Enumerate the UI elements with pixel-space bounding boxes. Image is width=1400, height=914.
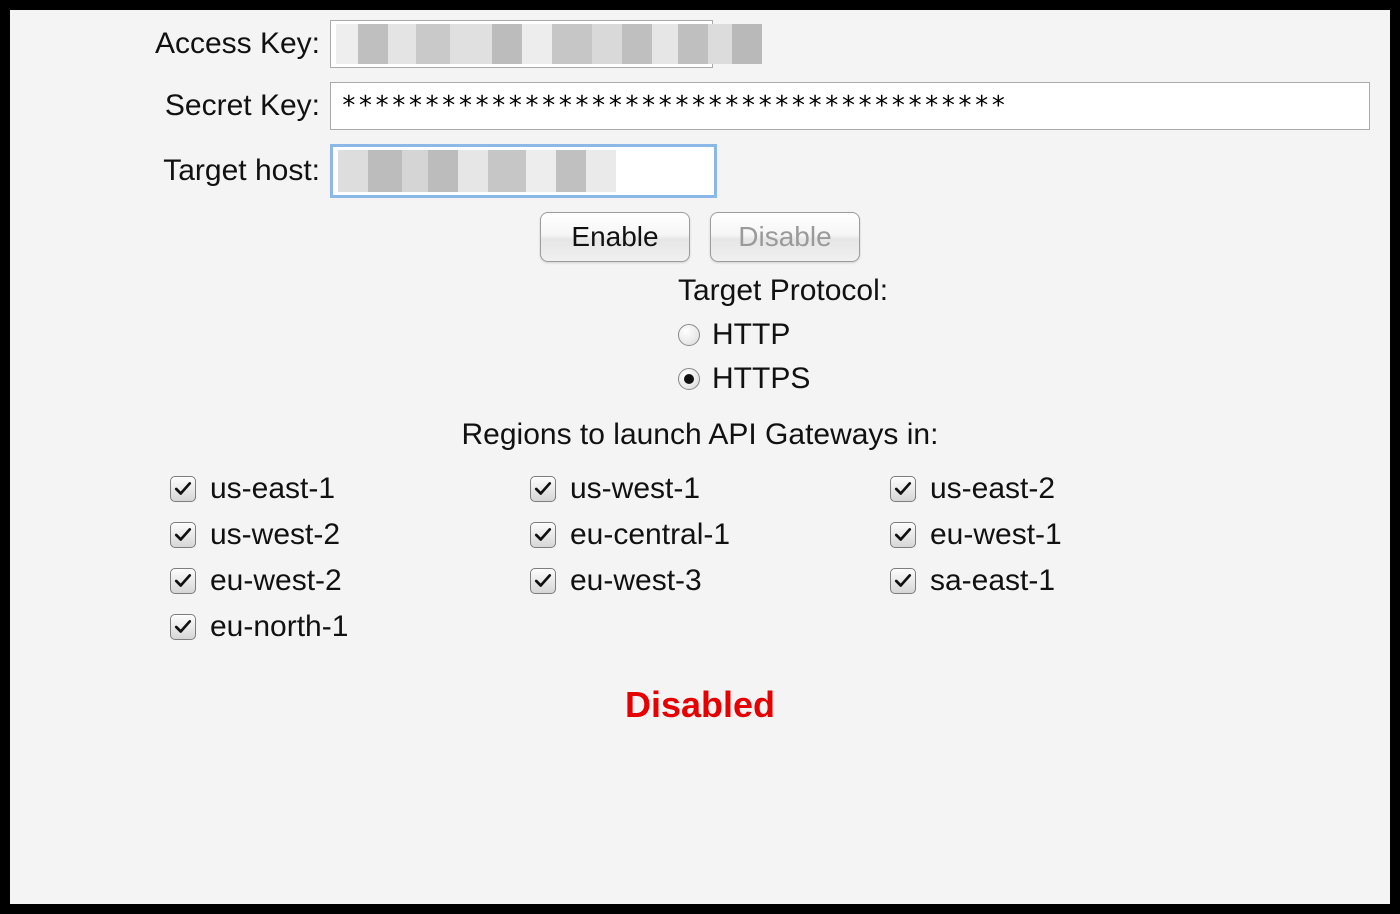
button-row: Enable Disable [30,212,1370,262]
region-label-eu-west-3: eu-west-3 [570,564,702,598]
region-row-us-west-1[interactable]: us-west-1 [530,466,870,512]
region-checkbox-eu-west-1[interactable] [890,522,916,548]
region-label-us-west-1: us-west-1 [570,472,700,506]
region-row-eu-west-2[interactable]: eu-west-2 [170,558,510,604]
region-checkbox-us-west-2[interactable] [170,522,196,548]
protocol-label-http: HTTP [712,314,790,356]
region-checkbox-eu-north-1[interactable] [170,614,196,640]
protocol-label-https: HTTPS [712,358,810,400]
region-row-eu-north-1[interactable]: eu-north-1 [170,604,510,650]
radio-http[interactable] [678,324,700,346]
enable-button[interactable]: Enable [540,212,690,262]
regions-heading: Regions to launch API Gateways in: [30,418,1370,452]
region-checkbox-eu-west-2[interactable] [170,568,196,594]
regions-grid: us-east-1 us-west-1 us-east-2 us-west-2 eu-c… [170,466,1230,650]
region-checkbox-eu-west-3[interactable] [530,568,556,594]
label-access-key: Access Key: [30,27,330,61]
region-label-eu-north-1: eu-north-1 [210,610,348,644]
protocol-heading: Target Protocol: [678,270,1370,312]
redacted-target-host [338,150,616,192]
region-row-eu-central-1[interactable]: eu-central-1 [530,512,870,558]
region-label-eu-west-2: eu-west-2 [210,564,342,598]
region-row-sa-east-1[interactable]: sa-east-1 [890,558,1230,604]
region-label-us-east-1: us-east-1 [210,472,335,506]
label-target-host: Target host: [30,154,330,188]
status-text: Disabled [30,684,1370,726]
region-row-us-east-2[interactable]: us-east-2 [890,466,1230,512]
region-checkbox-us-east-1[interactable] [170,476,196,502]
protocol-block: Target Protocol: HTTPHTTPS [678,270,1370,400]
region-label-sa-east-1: sa-east-1 [930,564,1055,598]
region-checkbox-us-west-1[interactable] [530,476,556,502]
disable-button[interactable]: Disable [710,212,860,262]
region-row-us-west-2[interactable]: us-west-2 [170,512,510,558]
region-label-us-west-2: us-west-2 [210,518,340,552]
radio-https[interactable] [678,368,700,390]
redacted-access-key [336,24,762,64]
region-label-eu-central-1: eu-central-1 [570,518,730,552]
region-label-eu-west-1: eu-west-1 [930,518,1062,552]
region-row-us-east-1[interactable]: us-east-1 [170,466,510,512]
region-checkbox-sa-east-1[interactable] [890,568,916,594]
region-checkbox-eu-central-1[interactable] [530,522,556,548]
protocol-option-http[interactable]: HTTP [678,314,1370,356]
region-label-us-east-2: us-east-2 [930,472,1055,506]
row-access-key: Access Key: [30,20,1370,68]
row-target-host: Target host: [30,144,1370,198]
region-checkbox-us-east-2[interactable] [890,476,916,502]
label-secret-key: Secret Key: [30,89,330,123]
region-row-eu-west-1[interactable]: eu-west-1 [890,512,1230,558]
config-panel: Access Key: Secret Key: Target host: Ena… [10,10,1390,904]
row-secret-key: Secret Key: [30,82,1370,130]
region-row-eu-west-3[interactable]: eu-west-3 [530,558,870,604]
protocol-option-https[interactable]: HTTPS [678,358,1370,400]
secret-key-input[interactable] [330,82,1370,130]
